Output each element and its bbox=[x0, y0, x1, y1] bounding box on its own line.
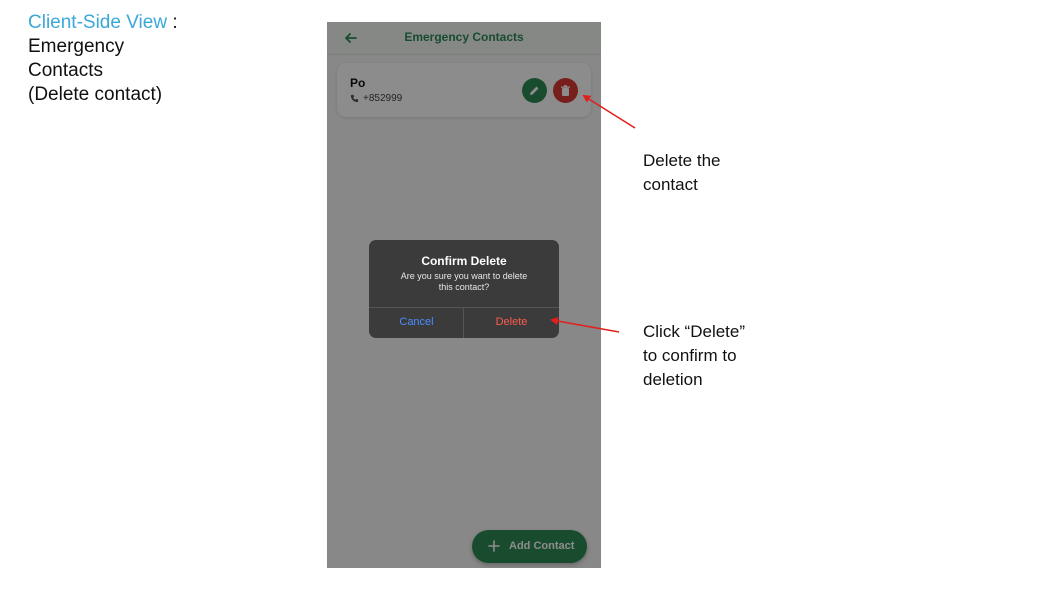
caption-line-3: Contacts bbox=[28, 60, 103, 81]
dialog-title: Confirm Delete bbox=[421, 254, 507, 268]
confirm-delete-dialog: Confirm Delete Are you sure you want to … bbox=[369, 240, 559, 338]
annotation-line: to confirm to bbox=[643, 346, 737, 365]
phone-screen: Emergency Contacts Po +852999 Add Contac… bbox=[327, 22, 601, 568]
dialog-message: Are you sure you want to delete this con… bbox=[389, 271, 539, 293]
caption-line-1: Client-Side View : bbox=[28, 11, 178, 35]
confirm-delete-button[interactable]: Delete bbox=[464, 307, 559, 338]
caption-line-4: (Delete contact) bbox=[28, 84, 163, 105]
slide-caption: Client-Side View : Emergency Contacts (D… bbox=[28, 11, 178, 107]
annotation-line: contact bbox=[643, 175, 698, 194]
caption-separator: : bbox=[167, 12, 178, 33]
dialog-message-line-2: this contact? bbox=[438, 282, 490, 292]
annotation-line: Click “Delete” bbox=[643, 322, 746, 341]
annotation-line: Delete the bbox=[643, 151, 721, 170]
caption-accent: Client-Side View bbox=[28, 12, 168, 33]
dialog-message-line-1: Are you sure you want to delete bbox=[400, 271, 528, 281]
cancel-button[interactable]: Cancel bbox=[369, 307, 464, 338]
caption-line-2: Emergency bbox=[28, 36, 125, 57]
annotation-line: deletion bbox=[643, 370, 703, 389]
annotation-delete-contact: Delete the contact bbox=[643, 149, 721, 197]
annotation-confirm-delete: Click “Delete” to confirm to deletion bbox=[643, 320, 745, 392]
